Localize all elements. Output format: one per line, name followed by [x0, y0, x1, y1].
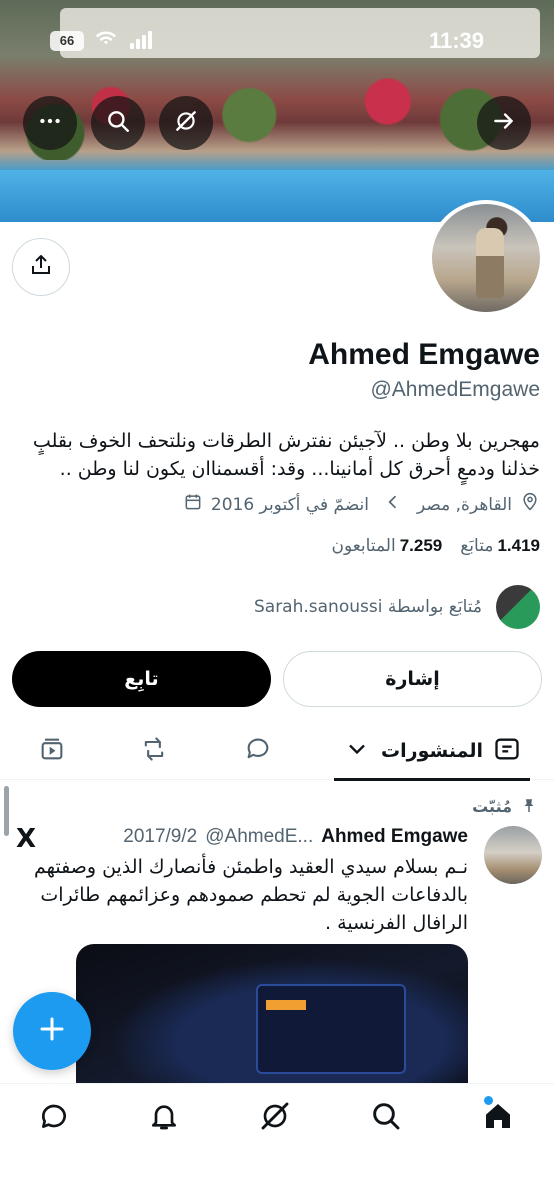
- nav-search[interactable]: [356, 1098, 416, 1138]
- post-media[interactable]: [76, 944, 468, 1084]
- reply-icon: [244, 735, 272, 768]
- clock: 11:39: [428, 28, 484, 53]
- video-icon: [38, 735, 66, 768]
- compose-button[interactable]: [13, 992, 91, 1070]
- followed-by-text: مُتابَع بواسطة Sarah.sanoussi: [253, 597, 482, 617]
- home-icon: [482, 1100, 514, 1137]
- home-notification-dot: [484, 1096, 493, 1105]
- wifi-icon: [96, 30, 116, 51]
- more-options-button[interactable]: [23, 96, 77, 150]
- share-profile-button[interactable]: [12, 238, 70, 296]
- profile-bio: مهجرين بلا وطن .. لآجيئن نفترش الطرقات و…: [32, 430, 540, 480]
- nav-notifications[interactable]: [134, 1098, 194, 1138]
- location-icon: [520, 492, 540, 517]
- banner-garden: [0, 70, 554, 160]
- joined-text: انضمّ في أكتوبر 2016: [210, 494, 370, 515]
- grok-icon: [173, 108, 199, 139]
- follow-button[interactable]: تابِع: [12, 651, 271, 707]
- message-icon: [38, 1100, 70, 1137]
- nav-messages[interactable]: [24, 1098, 84, 1138]
- forward-button[interactable]: [477, 96, 531, 150]
- grok-button[interactable]: [159, 96, 213, 150]
- post-author-handle: @AhmedE...: [205, 826, 314, 847]
- tab-posts[interactable]: المنشورات: [334, 722, 530, 781]
- bell-icon: [148, 1100, 180, 1137]
- pinned-label: مُثبّت: [472, 797, 512, 816]
- followed-by[interactable]: مُتابَع بواسطة Sarah.sanoussi: [254, 585, 540, 629]
- share-icon: [29, 253, 53, 282]
- active-tab-indicator: [334, 778, 530, 781]
- mention-button[interactable]: إشارة: [283, 651, 542, 707]
- profile-handle: @AhmedEmgawe: [370, 378, 540, 401]
- arrow-right-icon: [491, 108, 517, 139]
- media-screen: [256, 984, 406, 1074]
- followers-count: 7.259: [399, 536, 443, 555]
- following-count: 1.419: [497, 536, 540, 555]
- search-button[interactable]: [91, 96, 145, 150]
- profile-tabs: المنشورات: [0, 722, 554, 781]
- repost-icon: [140, 735, 168, 768]
- follow-stats: 1.419متابَع 7.259المتابعون: [331, 536, 540, 556]
- post-author-avatar[interactable]: [484, 826, 542, 884]
- profile-avatar[interactable]: [428, 200, 544, 316]
- scrollbar[interactable]: [4, 786, 9, 836]
- chevron-left-icon: [383, 492, 403, 517]
- following-stat[interactable]: 1.419متابَع: [460, 536, 540, 556]
- pin-icon: [520, 797, 538, 815]
- follower-avatar: [496, 585, 540, 629]
- tab-reposts[interactable]: [122, 722, 186, 780]
- bottom-navigation: [0, 1083, 554, 1200]
- x-logo-icon[interactable]: X: [16, 824, 36, 854]
- plus-icon: [37, 1014, 67, 1049]
- post-author-name[interactable]: Ahmed Emgawe: [321, 826, 468, 848]
- post-date: 2017/9/2: [123, 826, 198, 847]
- calendar-icon: [183, 492, 203, 517]
- following-label: متابَع: [460, 536, 494, 556]
- signal-icon: [130, 31, 152, 49]
- followers-label: المتابعون: [331, 536, 396, 556]
- posts-icon: [493, 735, 521, 768]
- profile-name: Ahmed Emgawe: [308, 338, 540, 371]
- tab-posts-label: المنشورات: [381, 740, 483, 762]
- more-icon: [37, 108, 63, 139]
- chevron-down-icon: [343, 735, 371, 768]
- tab-videos[interactable]: [20, 722, 84, 780]
- profile-meta: القاهرة, مصر انضمّ في أكتوبر 2016: [183, 492, 540, 517]
- location-text: القاهرة, مصر: [417, 494, 512, 515]
- status-bar: 66 11:39: [0, 28, 554, 56]
- search-icon: [105, 108, 131, 139]
- tab-replies[interactable]: [226, 722, 290, 780]
- battery-indicator: 66: [50, 31, 84, 51]
- nav-grok[interactable]: [245, 1098, 305, 1138]
- nav-home[interactable]: [468, 1098, 528, 1138]
- followers-stat[interactable]: 7.259المتابعون: [331, 536, 442, 556]
- post-header: 2017/9/2 @AhmedE... Ahmed Emgawe: [123, 826, 468, 848]
- search-icon: [370, 1100, 402, 1137]
- grok-icon: [259, 1100, 291, 1137]
- post-text: نـم بسلام سيدي العقيد واطمئن فأنصارك الذ…: [33, 856, 468, 934]
